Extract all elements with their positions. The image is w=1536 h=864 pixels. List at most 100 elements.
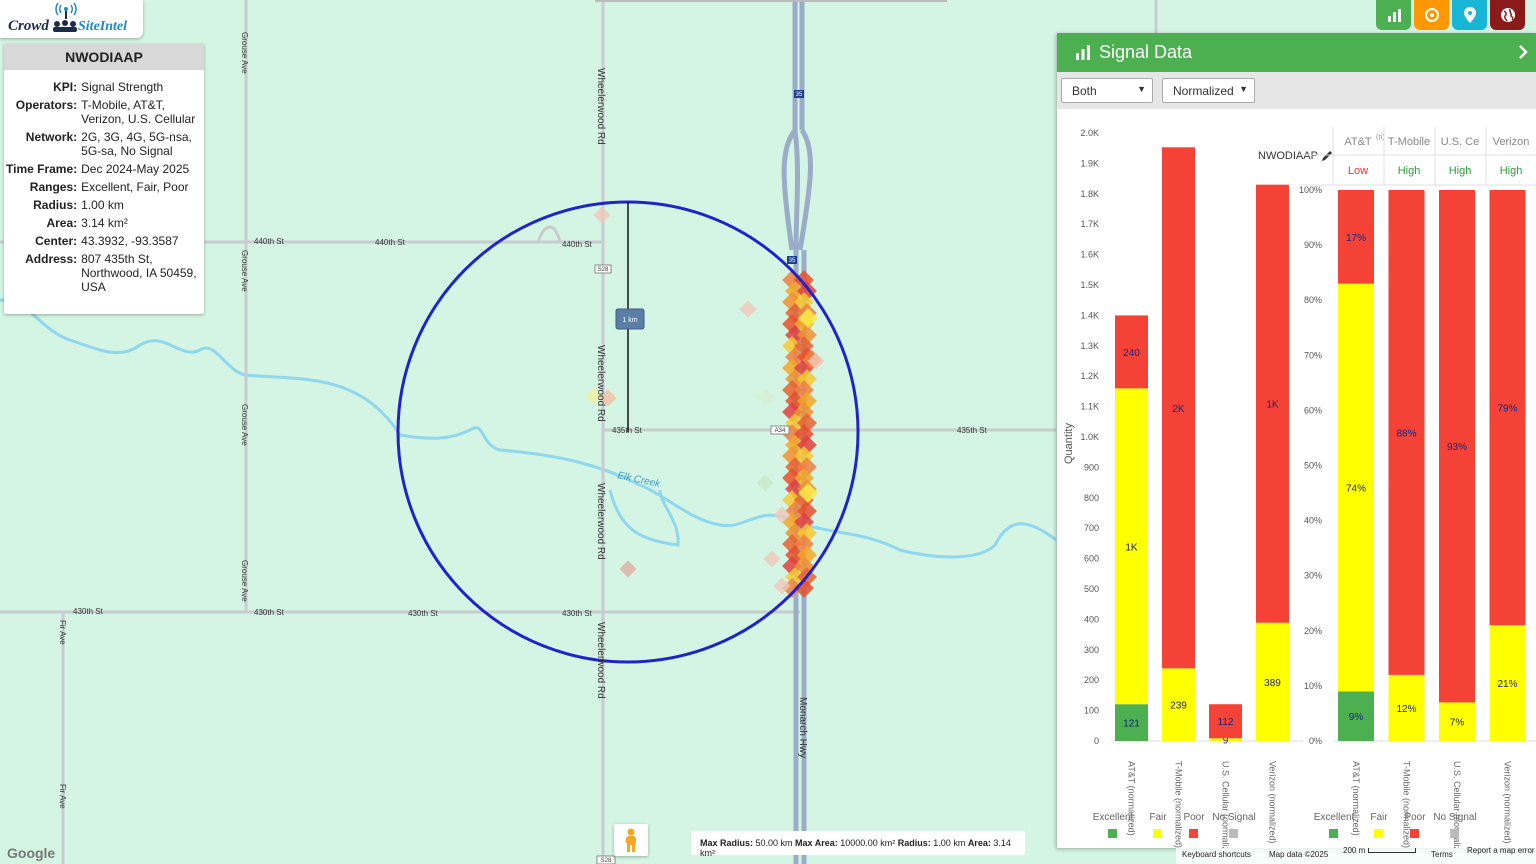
- info-row: Operators: T-Mobile, AT&T, Verizon, U.S. …: [4, 96, 204, 128]
- chart-button[interactable]: [1376, 0, 1411, 30]
- info-value: Signal Strength: [81, 80, 164, 94]
- chart-title: NWODIAAP: [1258, 150, 1318, 162]
- legend-label: Poor: [1404, 812, 1426, 823]
- scale-text: 200 m: [1343, 846, 1366, 855]
- data-label: 2K: [1172, 404, 1185, 415]
- info-key: Operators:: [15, 98, 78, 112]
- shield-label: 35: [789, 258, 796, 264]
- chevron-right-icon[interactable]: [1518, 45, 1528, 59]
- info-key: Time Frame:: [6, 162, 78, 176]
- road-label: 440th St: [375, 238, 406, 247]
- road-label: 440th St: [562, 240, 593, 249]
- y-tick-label: 800: [1084, 493, 1099, 503]
- y-tick-label: 1.9K: [1080, 158, 1099, 168]
- info-value: 807 435th St, Northwood, IA 50459, USA: [81, 252, 197, 294]
- data-label: 93%: [1447, 442, 1467, 453]
- legend-swatch[interactable]: [1229, 829, 1238, 838]
- data-label: 389: [1264, 678, 1281, 689]
- globe-button[interactable]: [1490, 0, 1525, 30]
- network-filter-select[interactable]: Both ▼: [1061, 78, 1153, 103]
- network-filter-value: Both: [1072, 84, 1097, 98]
- info-key: Center:: [35, 234, 78, 248]
- mode-value: Normalized: [1173, 84, 1234, 98]
- info-row: Address: 807 435th St, Northwood, IA 5045…: [4, 250, 204, 296]
- y-tick-label: 1.3K: [1080, 341, 1099, 351]
- logo-word-siteintel: SiteIntel: [78, 19, 128, 34]
- y-axis-label: Quantity: [1063, 423, 1075, 464]
- panel-controls: Both ▼ Normalized ▼: [1057, 72, 1536, 109]
- signal-data-panel: Signal Data Both ▼ Normalized ▼ NWODIAAP…: [1057, 33, 1536, 848]
- info-value: T-Mobile, AT&T, Verizon, U.S. Cellular: [81, 98, 196, 126]
- y-tick-label: 400: [1084, 614, 1099, 624]
- y-tick-label: 70%: [1304, 350, 1322, 360]
- app-logo[interactable]: Crowd SiteIntel: [0, 0, 143, 38]
- google-logo: Google: [7, 845, 56, 861]
- data-label: 88%: [1396, 428, 1416, 439]
- note-label: Max Radius:: [700, 838, 754, 848]
- operator-name: AT&T: [1344, 136, 1372, 148]
- info-key: Area:: [46, 216, 78, 230]
- operator-level: High: [1398, 165, 1421, 177]
- road-label: 435th St: [957, 426, 988, 435]
- shield-label: S28: [598, 267, 609, 273]
- info-key: Radius:: [33, 198, 78, 212]
- data-label: 7%: [1450, 718, 1465, 729]
- map-toolbar: [1376, 0, 1525, 30]
- legend-swatch[interactable]: [1374, 829, 1383, 838]
- data-label: 79%: [1497, 404, 1517, 415]
- x-category-label: Verizon (normalized): [1503, 761, 1513, 844]
- road-label: 430th St: [73, 607, 104, 616]
- y-tick-label: 500: [1084, 584, 1099, 594]
- info-value: 43.3932, -93.3587: [81, 234, 179, 248]
- keyboard-shortcuts-link[interactable]: Keyboard shortcuts: [1182, 850, 1251, 859]
- operator-header-cell: Verizon High: [1485, 127, 1529, 185]
- operator-header-cell: T-Mobile High: [1383, 127, 1430, 185]
- road-label: Wheelerwood Rd: [595, 483, 606, 560]
- edit-pencil-icon[interactable]: [1322, 151, 1332, 161]
- map-data-text: Map data ©2025: [1269, 850, 1329, 859]
- stacked-bar-chart: 0 100 200 300 400 500 600 700 800 900 1.0K 1.1K 1.2K…: [1080, 128, 1303, 848]
- y-tick-label: 1.6K: [1080, 250, 1099, 260]
- road-label: Grouse Ave: [240, 250, 249, 292]
- charts-area: NWODIAAP 0 100 200 300 400 500 600 700 800 900 1.0K…: [1063, 127, 1536, 848]
- location-button[interactable]: [1452, 0, 1487, 30]
- road-label: Fir Ave: [58, 784, 67, 809]
- info-key: Network:: [25, 130, 78, 144]
- crowd-icon: [53, 20, 77, 32]
- data-label: 239: [1170, 701, 1187, 712]
- legend-label: Excellent: [1314, 812, 1355, 823]
- y-tick-label: 1.7K: [1080, 219, 1099, 229]
- terms-link[interactable]: Terms: [1431, 850, 1453, 859]
- info-row: Center: 43.3932, -93.3587: [4, 232, 204, 250]
- data-label: 1K: [1125, 542, 1138, 553]
- road-label: Grouse Ave: [240, 404, 249, 446]
- pegman-icon: [626, 828, 636, 852]
- legend-swatch[interactable]: [1450, 829, 1459, 838]
- y-tick-label: 700: [1084, 523, 1099, 533]
- data-label: 12%: [1396, 704, 1416, 715]
- legend-swatch[interactable]: [1410, 829, 1419, 838]
- x-category-label: Verizon (normalized): [1268, 761, 1278, 844]
- road-label: 430th St: [254, 608, 285, 617]
- road-label: Monarch Hwy: [797, 697, 808, 758]
- legend-swatch[interactable]: [1189, 829, 1198, 838]
- info-row: Radius: 1.00 km: [4, 196, 204, 214]
- legend-label: Fair: [1370, 812, 1388, 823]
- road-label: Grouse Ave: [240, 560, 249, 602]
- data-label: 9%: [1349, 712, 1364, 723]
- legend-swatch[interactable]: [1108, 829, 1117, 838]
- legend-swatch[interactable]: [1153, 829, 1162, 838]
- y-tick-label: 60%: [1304, 405, 1322, 415]
- data-label: 112: [1218, 717, 1234, 728]
- scale-bar: [1368, 848, 1416, 853]
- y-tick-label: 1.5K: [1080, 280, 1099, 290]
- y-tick-label: 1.2K: [1080, 371, 1099, 381]
- legend-swatch[interactable]: [1329, 829, 1338, 838]
- y-tick-label: 600: [1084, 554, 1099, 564]
- mode-select[interactable]: Normalized ▼: [1162, 78, 1255, 103]
- street-view-pegman[interactable]: [614, 824, 648, 856]
- target-button[interactable]: [1414, 0, 1449, 30]
- report-error-link[interactable]: Report a map error: [1467, 846, 1535, 855]
- data-label: 21%: [1497, 679, 1517, 690]
- y-tick-label: 10%: [1304, 681, 1322, 691]
